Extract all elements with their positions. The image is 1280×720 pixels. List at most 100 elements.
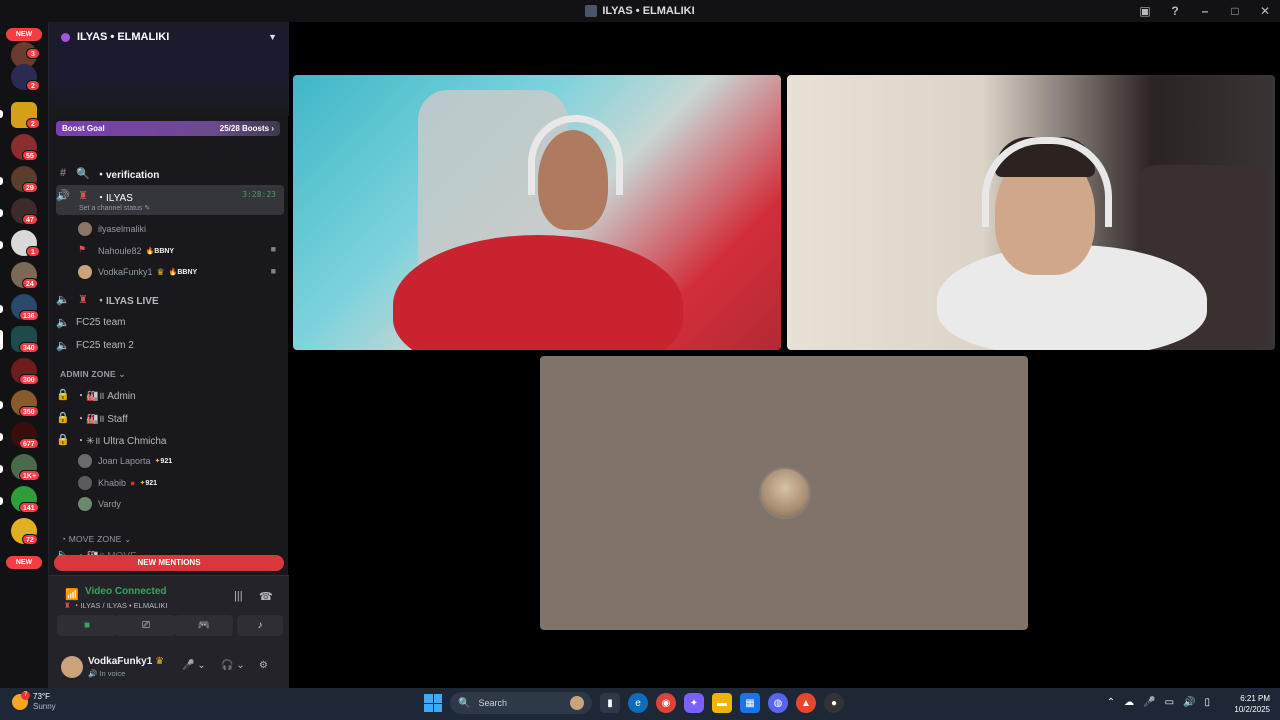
taskbar-apps: 🔍 Search ▮ e ◉ ✦ ▬ ▦ ◍ ▲ ●: [424, 692, 844, 714]
username[interactable]: VodkaFunky1 ♛: [88, 656, 164, 667]
server-badge: 55: [22, 150, 38, 161]
server-badge: 141: [19, 502, 39, 513]
task-view-icon[interactable]: ▮: [600, 693, 620, 713]
close-button[interactable]: ✕: [1250, 0, 1280, 22]
channel-status-prompt[interactable]: Set a channel status ✎: [79, 204, 150, 212]
cloud-icon[interactable]: ☁: [1124, 697, 1134, 708]
volume-icon[interactable]: 🔊: [1183, 697, 1195, 708]
voice-channel-ilyas[interactable]: 🔊 ♜ ・ILYAS 3:28:23 Set a channel status …: [56, 185, 284, 215]
chevron-down-icon[interactable]: ▼: [268, 32, 277, 42]
maximize-button[interactable]: □: [1220, 0, 1250, 22]
server-badge: 72: [22, 534, 38, 545]
video-tile-2[interactable]: [787, 75, 1275, 350]
crown-icon: ♛: [156, 266, 165, 277]
voice-timer: 3:28:23: [242, 190, 276, 199]
help-icon[interactable]: ?: [1160, 0, 1190, 22]
time: 6:21 PM: [1240, 694, 1270, 703]
server-badge: 3: [26, 48, 40, 59]
new-unread-pill-top[interactable]: NEW: [6, 28, 42, 41]
brave-icon[interactable]: ▲: [796, 693, 816, 713]
screen-icon[interactable]: ▣: [1130, 0, 1160, 22]
voice-channel-fc25-team[interactable]: 🔈 FC25 team: [56, 314, 284, 330]
microphone-icon[interactable]: 🎤 ⌄: [182, 660, 206, 671]
window-controls: ▣ ? – □ ✕: [1130, 0, 1280, 22]
voice-status[interactable]: Video Connected: [85, 586, 167, 597]
role-tag: 🔥BBNY: [168, 269, 198, 276]
voice-channel-fc25-team-2[interactable]: 🔈 FC25 team 2: [56, 337, 284, 353]
voice-channel-ilyas-live[interactable]: 🔈 ♜ ・ILYAS LIVE: [56, 291, 284, 307]
obs-icon[interactable]: ●: [824, 693, 844, 713]
taskbar-search[interactable]: 🔍 Search: [450, 692, 592, 714]
voice-user[interactable]: ⚑ Nahoule82 🔥BBNY: [78, 244, 174, 258]
sun-icon: 7: [12, 691, 30, 710]
server-badge: 1K+: [19, 470, 41, 481]
screen-share-button[interactable]: ⎚: [116, 615, 176, 636]
windows-start-icon[interactable]: [424, 694, 442, 712]
disconnect-icon[interactable]: ☎: [259, 590, 273, 603]
camera-icon: ■: [270, 266, 276, 276]
server-badge: 2: [26, 118, 40, 129]
microphone-icon[interactable]: 🎤: [1143, 697, 1155, 708]
server-name[interactable]: ILYAS • ELMALIKI: [61, 31, 169, 43]
display-icon[interactable]: ▭: [1165, 697, 1174, 708]
voice-user[interactable]: VodkaFunky1 ♛ 🔥BBNY: [78, 265, 197, 279]
voice-user[interactable]: Vardy: [78, 497, 121, 511]
gear-icon[interactable]: ⚙: [259, 660, 268, 671]
voice-user[interactable]: ilyaselmaliki: [78, 222, 146, 236]
channel-verification[interactable]: # 🔍 ・verification: [56, 165, 284, 181]
chevron-up-icon[interactable]: ⌃: [1107, 697, 1115, 708]
headphones-icon[interactable]: 🎧 ⌄: [221, 660, 245, 671]
taskbar: 7 73°F Sunny 🔍 Search ▮ e ◉ ✦ ▬ ▦ ◍ ▲ ● …: [0, 688, 1280, 720]
battery-icon[interactable]: ▯: [1204, 697, 1210, 708]
voice-user[interactable]: Joan Laporta ✦921: [78, 454, 172, 468]
weather-condition: Sunny: [33, 702, 56, 711]
lock-icon: 🔒: [56, 433, 70, 446]
channel-ultra-chmicha[interactable]: 🔒 ・✳॥ Ultra Chmicha: [56, 431, 284, 447]
lock-icon: 🔒: [56, 411, 70, 424]
activity-button[interactable]: 🎮: [175, 615, 233, 636]
live-icon: ♜: [78, 190, 88, 202]
avatar[interactable]: [61, 656, 83, 678]
channel-staff[interactable]: 🔒 ・🏭॥ Staff: [56, 409, 284, 425]
noise-suppression-icon[interactable]: |||: [234, 590, 243, 602]
new-mentions-button[interactable]: NEW MENTIONS: [54, 555, 284, 571]
clock[interactable]: 6:21 PM 10/2/2025: [1234, 693, 1270, 715]
server-banner[interactable]: ILYAS • ELMALIKI ▼: [49, 22, 289, 116]
minimize-button[interactable]: –: [1190, 0, 1220, 22]
lock-icon: 🔒: [56, 388, 70, 401]
server-badge: 47: [22, 214, 38, 225]
soundboard-button[interactable]: ♪: [237, 615, 283, 636]
channel-sidebar: ILYAS • ELMALIKI ▼ Boost Goal 25/28 Boos…: [48, 22, 289, 688]
edge-icon[interactable]: e: [628, 693, 648, 713]
voice-channel-path[interactable]: ♜ ・ILYAS / ILYAS • ELMALIKI: [64, 600, 167, 611]
weather-widget[interactable]: 7 73°F Sunny: [12, 691, 56, 712]
channel-admin[interactable]: 🔒 ・🏭॥ Admin: [56, 386, 284, 402]
discord-icon[interactable]: ◍: [768, 693, 788, 713]
video-tile-3[interactable]: [540, 356, 1028, 630]
file-explorer-icon[interactable]: ▬: [712, 693, 732, 713]
copilot-icon[interactable]: ✦: [684, 693, 704, 713]
category-admin-zone[interactable]: ADMIN ZONE ⌄: [60, 369, 126, 380]
avatar: [78, 265, 92, 279]
avatar: [78, 497, 92, 511]
camera-button[interactable]: ■: [57, 615, 117, 636]
chrome-icon[interactable]: ◉: [656, 693, 676, 713]
weather-temp: 73°F: [33, 692, 50, 701]
voice-user[interactable]: Khabib ● ✦921: [78, 476, 157, 490]
avatar: [78, 222, 92, 236]
category-move-zone[interactable]: ・MOVE ZONE ⌄: [60, 533, 131, 545]
server-badge: 2: [26, 80, 40, 91]
speaker-icon: 🔈: [56, 339, 70, 352]
server-boost-icon: [61, 32, 70, 42]
voice-connection-panel: 📶 Video Connected ♜ ・ILYAS / ILYAS • ELM…: [49, 575, 289, 688]
avatar: [78, 454, 92, 468]
server-list: NEW 3 2 2 55 29 47 1 24 136 340 300 350 …: [0, 22, 48, 688]
role-tag: ✦921: [139, 480, 158, 487]
glove-icon: ●: [130, 478, 136, 488]
boost-goal-bar[interactable]: Boost Goal 25/28 Boosts ›: [56, 121, 280, 136]
avatar: [78, 476, 92, 490]
live-icon: ♜: [78, 293, 88, 306]
new-unread-pill-bottom[interactable]: NEW: [6, 556, 42, 569]
store-icon[interactable]: ▦: [740, 693, 760, 713]
video-tile-1[interactable]: [293, 75, 781, 350]
